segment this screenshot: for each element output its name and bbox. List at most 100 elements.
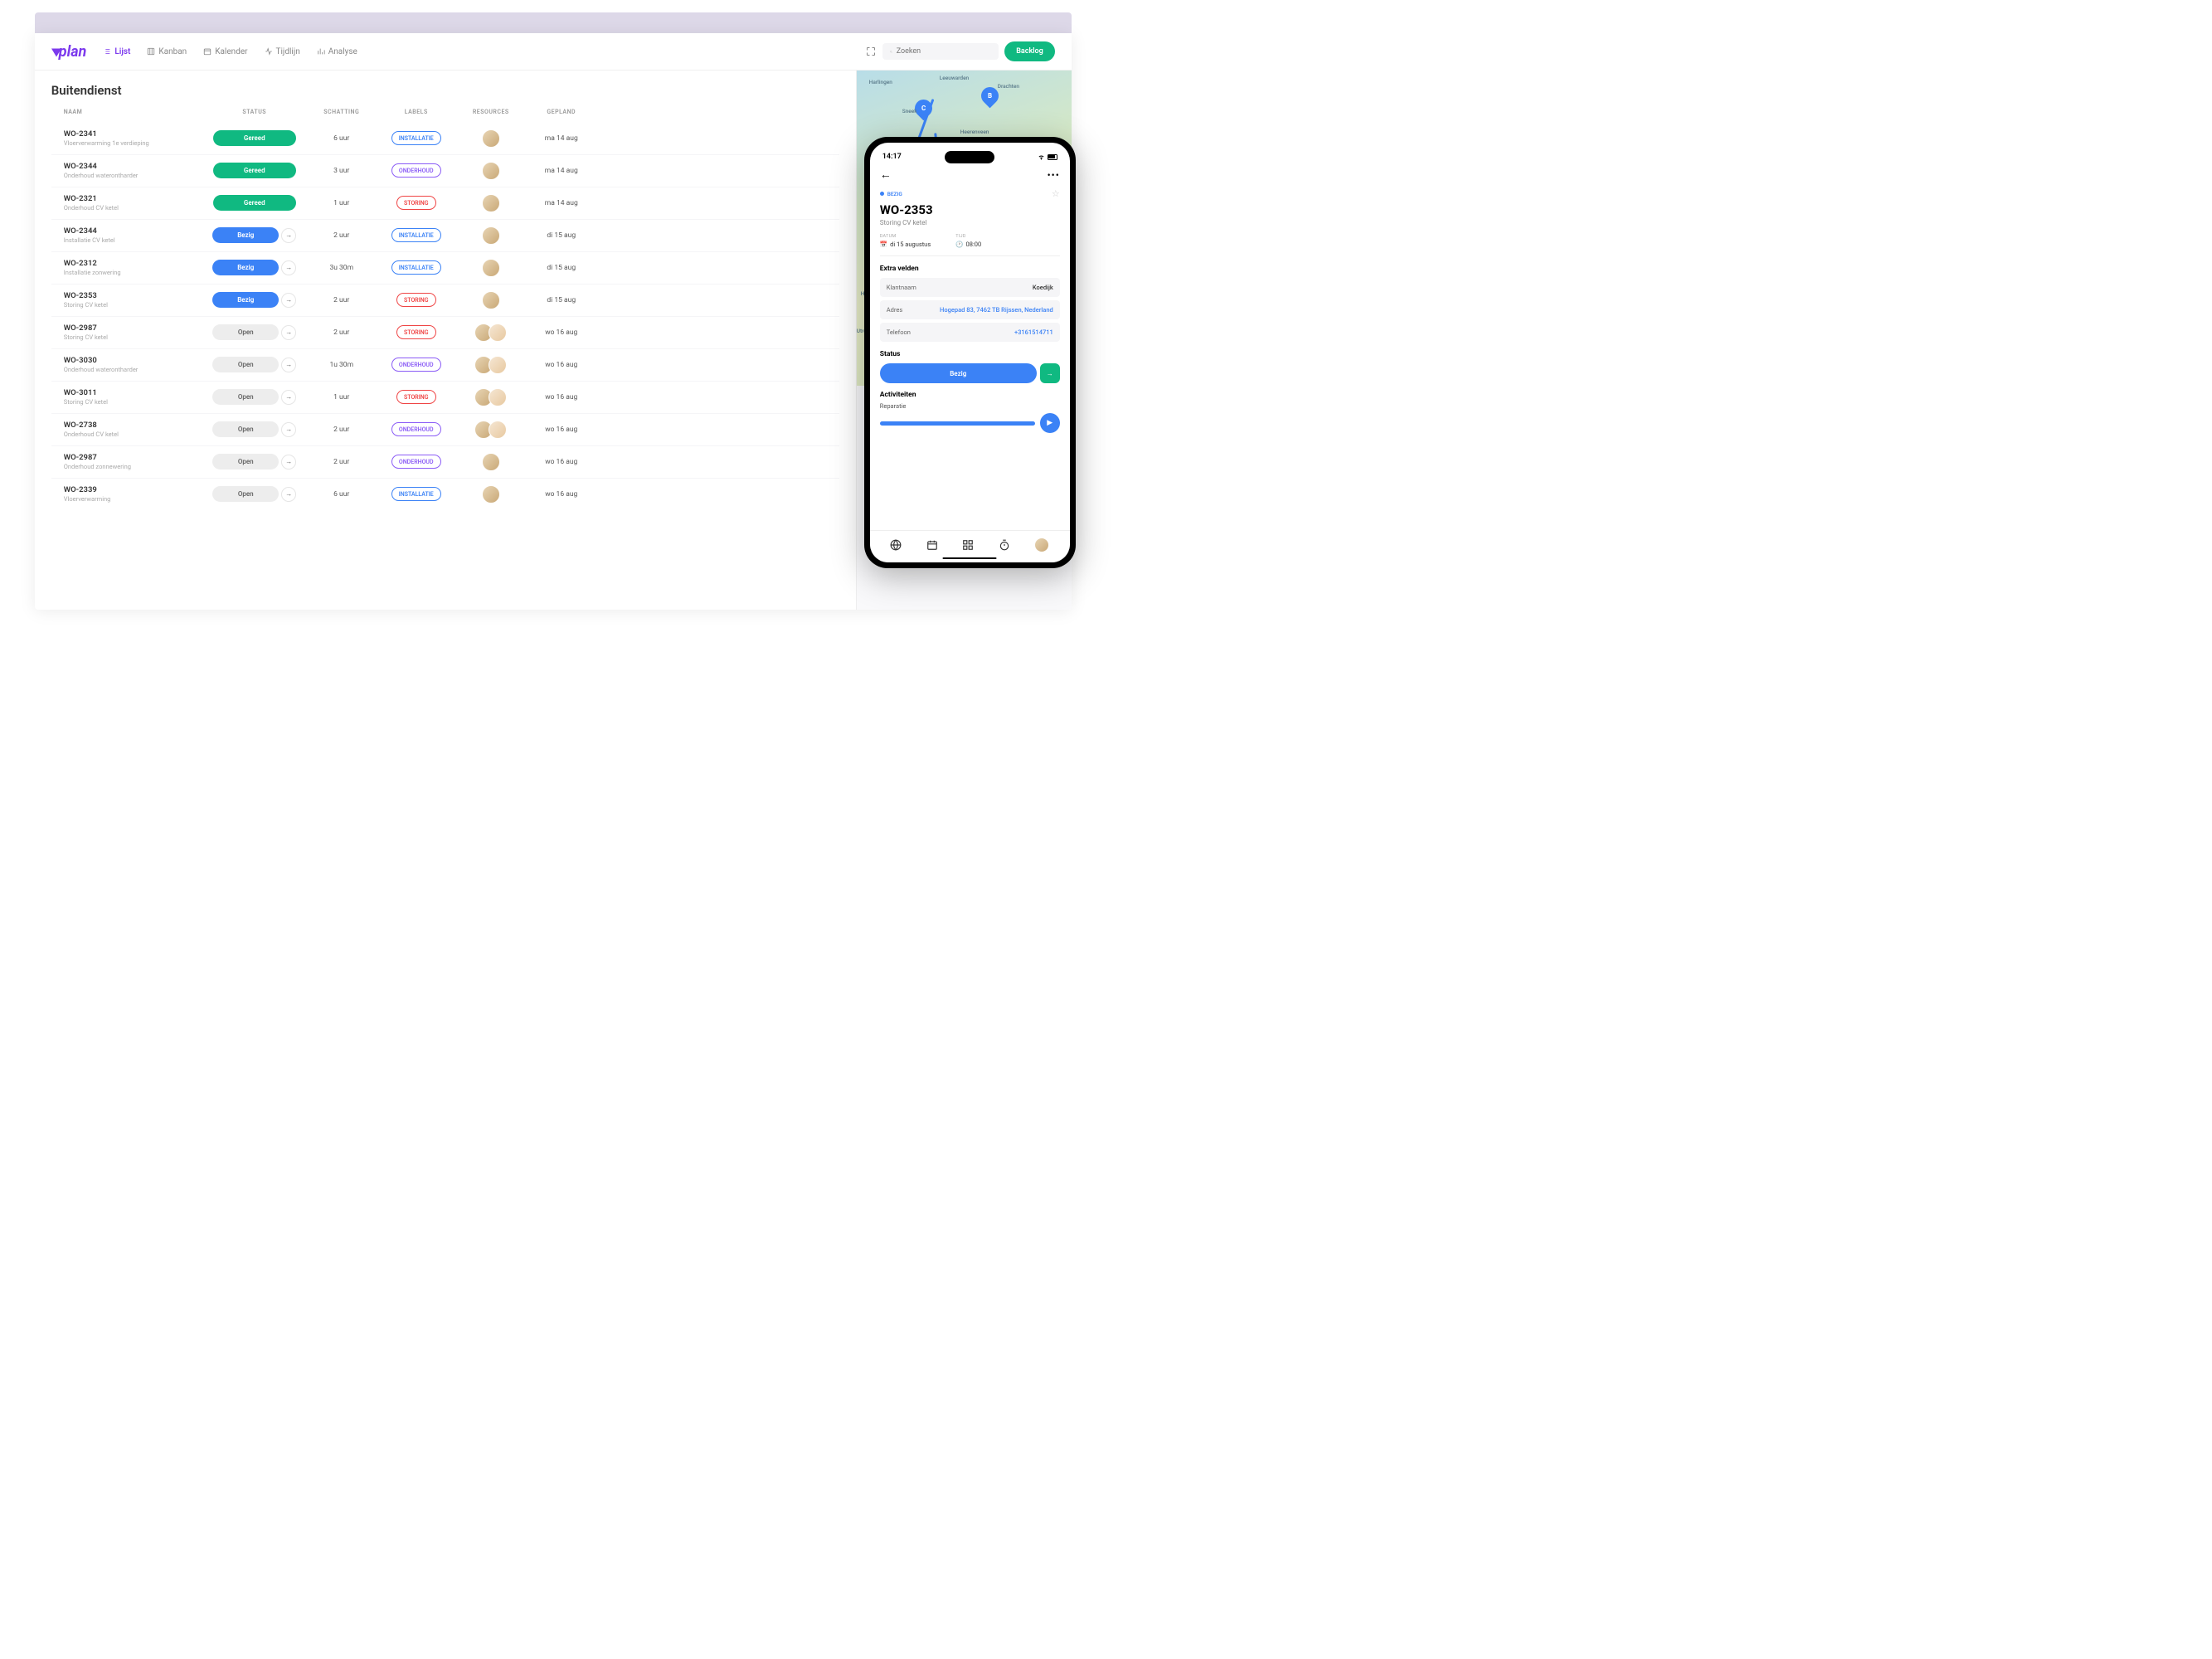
table-row[interactable]: WO-2339VloerverwarmingOpen→6 uurINSTALLA… [51, 479, 839, 510]
back-button[interactable]: ← [880, 168, 892, 182]
label-pill: ONDERHOUD [391, 455, 441, 469]
kanban-icon [147, 47, 155, 56]
status-pill[interactable]: Gereed [213, 163, 296, 178]
map-city: Harlingen [869, 79, 892, 85]
profile-avatar[interactable] [1034, 538, 1049, 552]
table-row[interactable]: WO-2987Storing CV ketelOpen→2 uurSTORING… [51, 317, 839, 349]
planned-date: ma 14 aug [545, 199, 578, 207]
col-name: NAAM [64, 109, 201, 115]
table-header: NAAM STATUS SCHATTING LABELS RESOURCES G… [51, 109, 839, 123]
label-pill: STORING [396, 325, 436, 339]
label-pill: INSTALLATIE [391, 228, 441, 242]
planned-date: wo 16 aug [545, 328, 577, 337]
status-pill[interactable]: Bezig [212, 292, 279, 308]
row-subtitle: Onderhoud waterontharder [64, 366, 201, 373]
lijst-icon [103, 47, 111, 56]
table-row[interactable]: WO-2341Vloerverwarming 1e verdieping Gere… [51, 123, 839, 155]
nav-tab-tijdlijn[interactable]: Tijdlijn [265, 47, 300, 56]
table-row[interactable]: WO-2312Installatie zonweringBezig→3u 30m… [51, 252, 839, 285]
planned-date: di 15 aug [547, 264, 576, 272]
search-box[interactable] [882, 43, 999, 60]
globe-icon[interactable] [890, 539, 902, 551]
table-row[interactable]: WO-3030Onderhoud waterontharderOpen→1u 3… [51, 349, 839, 382]
table-row[interactable]: WO-2344Onderhoud waterontharderGereed3 u… [51, 155, 839, 187]
table-body: WO-2341Vloerverwarming 1e verdieping Gere… [51, 123, 839, 510]
planned-date: di 15 aug [547, 231, 576, 240]
table-row[interactable]: WO-2344Installatie CV ketelBezig→2 uurIN… [51, 220, 839, 252]
row-subtitle: Storing CV ketel [64, 398, 201, 406]
table-row[interactable]: WO-2353Storing CV ketelBezig→2 uurSTORIN… [51, 285, 839, 317]
status-advance-icon[interactable]: → [281, 293, 296, 308]
status-pill[interactable]: Gereed [213, 130, 296, 146]
date-label: DATUM [880, 234, 931, 239]
status-tag: BEZIG [880, 191, 902, 197]
phone-notch [945, 151, 994, 163]
phone-title: WO-2353 [880, 202, 1060, 217]
calendar-nav-icon[interactable] [926, 539, 938, 551]
estimate: 2 uur [333, 328, 349, 337]
status-advance-icon[interactable]: → [281, 390, 296, 405]
status-pill[interactable]: Open [212, 421, 279, 437]
estimate: 1 uur [333, 199, 349, 207]
status-pill[interactable]: Bezig [212, 227, 279, 243]
row-subtitle: Vloerverwarming 1e verdieping [64, 139, 201, 147]
battery-icon [1048, 154, 1057, 160]
row-title: WO-2339 [64, 485, 201, 494]
row-title: WO-3030 [64, 356, 201, 365]
star-icon[interactable]: ☆ [1052, 188, 1060, 199]
table-row[interactable]: WO-2738Onderhoud CV ketelOpen→2 uurONDER… [51, 414, 839, 446]
planned-date: wo 16 aug [545, 490, 577, 499]
timer-icon[interactable] [999, 539, 1010, 551]
more-button[interactable]: ••• [1048, 169, 1060, 181]
label-pill: STORING [396, 196, 436, 210]
row-title: WO-3011 [64, 388, 201, 397]
status-advance-icon[interactable]: → [281, 422, 296, 437]
status-pill[interactable]: Open [212, 357, 279, 372]
avatars [458, 421, 524, 439]
status-advance-icon[interactable]: → [281, 358, 296, 372]
planned-date: di 15 aug [547, 296, 576, 304]
row-subtitle: Storing CV ketel [64, 301, 201, 309]
status-button[interactable]: Bezig [880, 363, 1037, 383]
planned-date: wo 16 aug [545, 393, 577, 401]
table-row[interactable]: WO-3011Storing CV ketelOpen→1 uurSTORING… [51, 382, 839, 414]
grid-icon[interactable] [962, 539, 974, 551]
status-pill[interactable]: Gereed [213, 195, 296, 211]
play-button[interactable]: ▶ [1040, 413, 1060, 433]
status-advance-icon[interactable]: → [281, 487, 296, 502]
planned-date: wo 16 aug [545, 458, 577, 466]
label-pill: ONDERHOUD [391, 358, 441, 372]
logo: plan [51, 43, 87, 61]
row-title: WO-2341 [64, 129, 201, 139]
status-pill[interactable]: Bezig [212, 260, 279, 275]
status-advance-icon[interactable]: → [281, 260, 296, 275]
extra-field[interactable]: AdresHogepad 83, 7462 TB Rijssen, Nederl… [880, 300, 1060, 319]
nav-tab-kalender[interactable]: Kalender [203, 47, 247, 56]
nav-tab-kanban[interactable]: Kanban [147, 47, 187, 56]
status-advance-icon[interactable]: → [281, 228, 296, 243]
next-status-button[interactable]: → [1040, 363, 1060, 383]
avatars [458, 291, 524, 309]
table-row[interactable]: WO-2321Onderhoud CV ketelGereed1 uurSTOR… [51, 187, 839, 220]
map-city: Leeuwarden [940, 75, 969, 81]
status-pill[interactable]: Open [212, 486, 279, 502]
avatar [482, 226, 500, 245]
planned-date: ma 14 aug [545, 134, 578, 143]
table-row[interactable]: WO-2987Onderhoud zonneweringOpen→2 uurON… [51, 446, 839, 479]
status-pill[interactable]: Open [212, 324, 279, 340]
row-title: WO-2312 [64, 259, 201, 268]
expand-icon[interactable] [866, 46, 876, 56]
nav-tab-lijst[interactable]: Lijst [103, 47, 130, 56]
backlog-button[interactable]: Backlog [1004, 41, 1055, 61]
extra-field[interactable]: Telefoon+3161514711 [880, 323, 1060, 342]
search-input[interactable] [897, 47, 991, 56]
calendar-icon: 📅 [880, 241, 887, 248]
status-pill[interactable]: Open [212, 389, 279, 405]
status-advance-icon[interactable]: → [281, 325, 296, 340]
nav-tab-analyse[interactable]: Analyse [317, 47, 357, 56]
status-advance-icon[interactable]: → [281, 455, 296, 469]
activity-title: Activiteiten [880, 391, 1060, 399]
estimate: 1 uur [333, 393, 349, 401]
estimate: 2 uur [333, 426, 349, 434]
status-pill[interactable]: Open [212, 454, 279, 469]
